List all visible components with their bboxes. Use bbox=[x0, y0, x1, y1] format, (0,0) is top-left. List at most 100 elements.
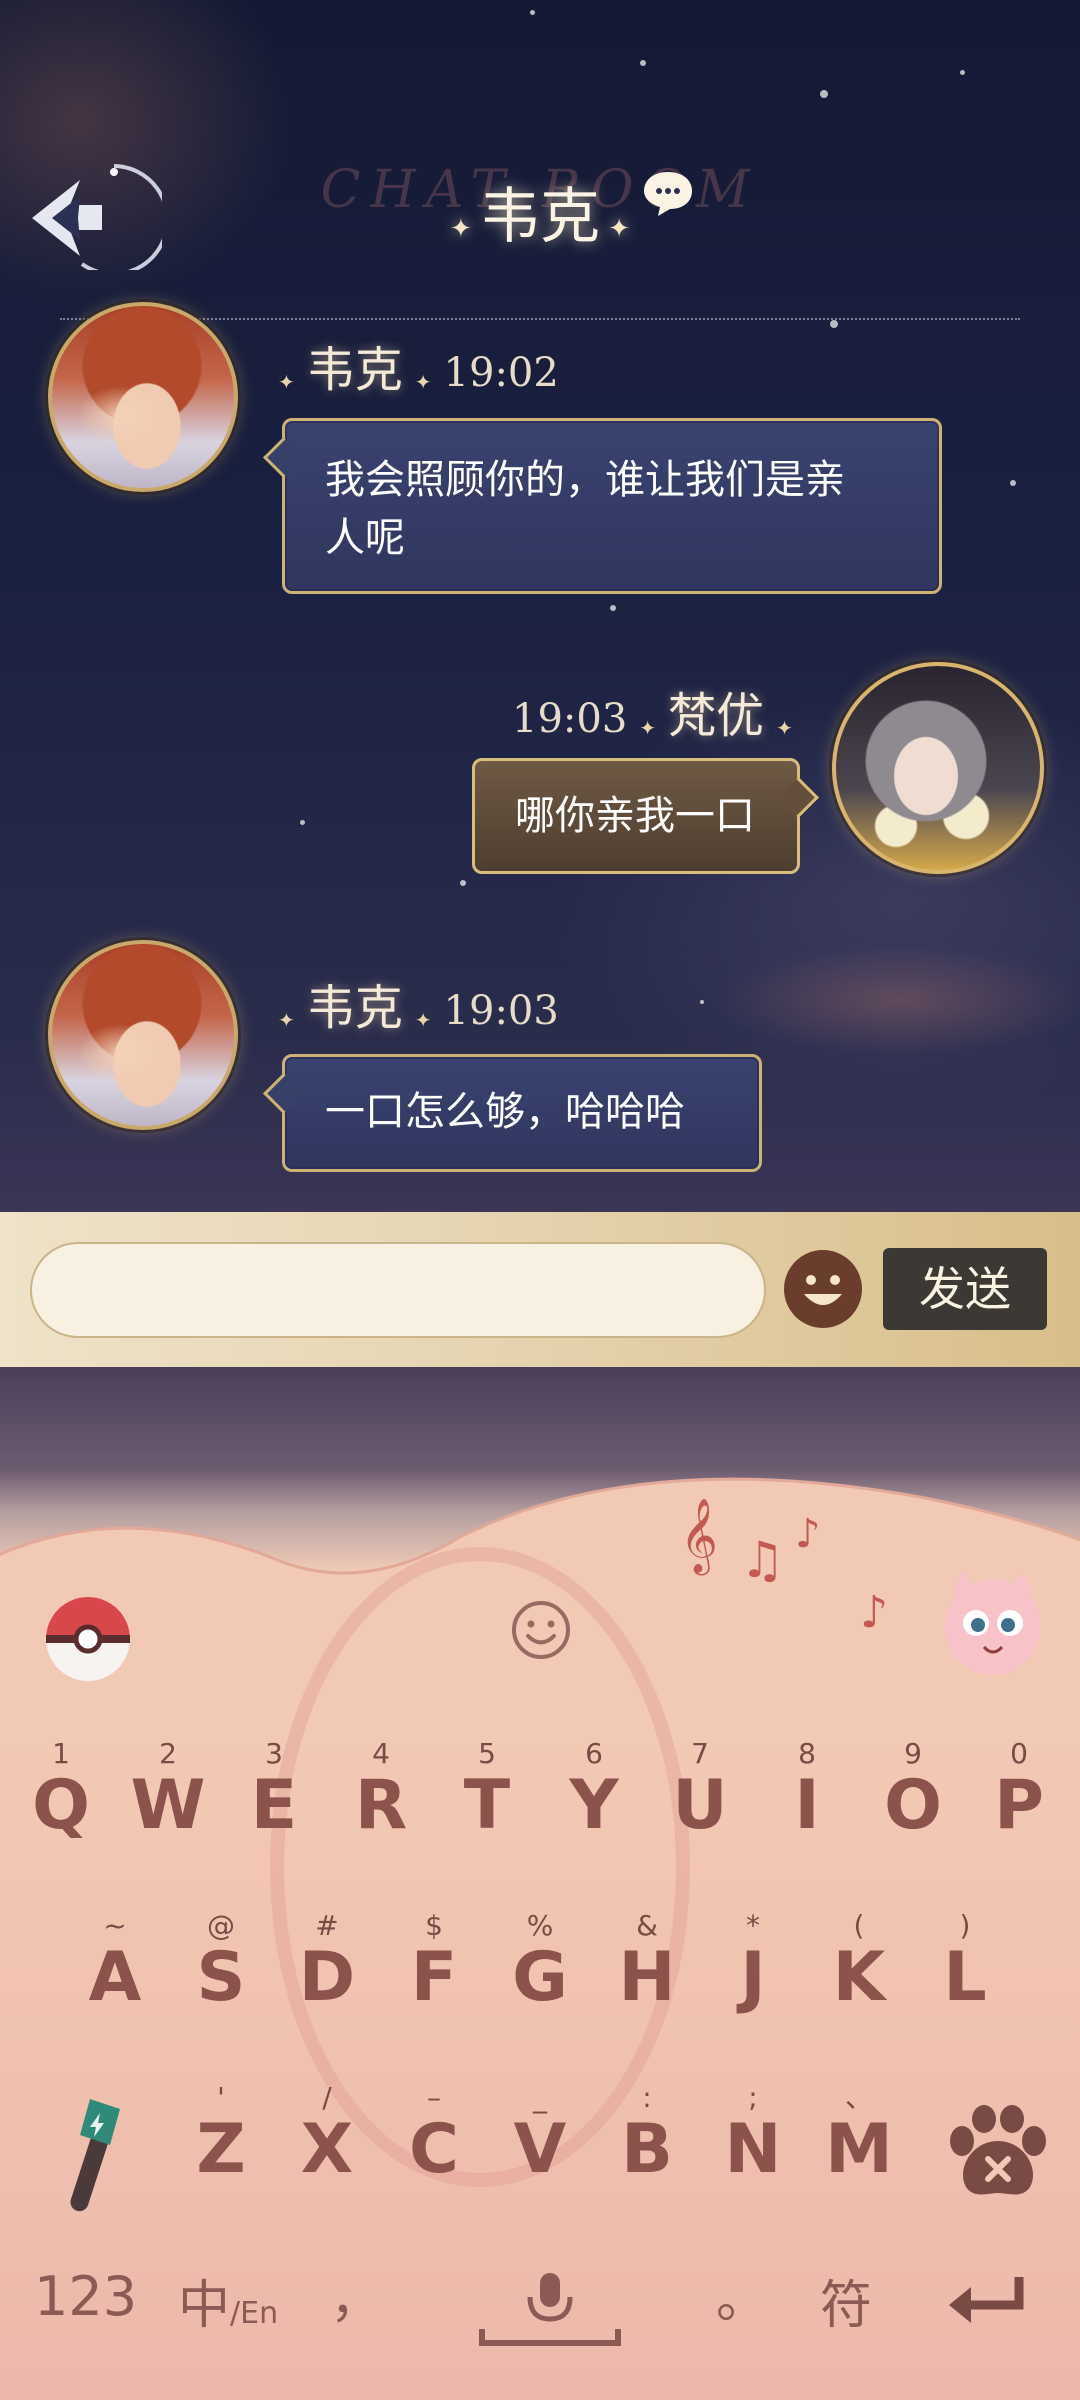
key-label: N bbox=[724, 2110, 782, 2189]
star-decoration bbox=[700, 1000, 704, 1004]
lang-main-label: 中 bbox=[178, 2276, 231, 2336]
diamond-icon: ✦ bbox=[414, 1007, 432, 1032]
paw-delete-icon[interactable] bbox=[942, 2105, 1054, 2201]
diamond-icon: ✦ bbox=[639, 715, 657, 740]
pokeball-icon[interactable] bbox=[44, 1595, 132, 1683]
page-title: ✦ 韦克 ✦ bbox=[0, 168, 1080, 255]
message-bubble[interactable]: 一口怎么够，哈哈哈 bbox=[282, 1054, 762, 1172]
chat-area: CHAT ROOM ✦ 韦克 ✦ ✦ 韦克 ✦ 19:02 我会照顾你的，谁让我们是亲… bbox=[0, 0, 1080, 1212]
message-text: 我会照顾你的，谁让我们是亲 bbox=[325, 457, 845, 503]
key-e[interactable]: 3E bbox=[231, 1737, 317, 1841]
key-label: S bbox=[196, 1938, 246, 2017]
music-notes-icon: 𝄞 ♫ ♪ ♪ bbox=[680, 1499, 888, 1637]
key-label: E bbox=[250, 1766, 298, 1845]
header-divider bbox=[60, 318, 1020, 320]
key-c[interactable]: – C bbox=[391, 2081, 477, 2185]
numbers-key[interactable]: 123 bbox=[34, 2265, 137, 2328]
sender-name: 梵优 bbox=[668, 688, 765, 744]
key-m[interactable]: 、 M bbox=[816, 2081, 902, 2185]
emoji-button[interactable] bbox=[784, 1250, 862, 1328]
key-label: R bbox=[354, 1766, 408, 1845]
diamond-icon: ✦ bbox=[776, 715, 793, 740]
svg-text:♫: ♫ bbox=[740, 1531, 785, 1589]
message-bubble[interactable]: 哪你亲我一口 bbox=[472, 758, 800, 874]
key-u[interactable]: 7U bbox=[657, 1737, 743, 1841]
key-k[interactable]: (K bbox=[816, 1909, 902, 2013]
key-o[interactable]: 9O bbox=[870, 1737, 956, 1841]
key-label: A bbox=[88, 1938, 142, 2017]
keyboard: 𝄞 ♫ ♪ ♪ 1Q 2W 3E 4R 5T 6Y 7U 8I 9O 0P ~ A… bbox=[0, 1367, 1080, 2400]
key-label: F bbox=[410, 1938, 458, 2017]
smiley-icon[interactable] bbox=[510, 1599, 572, 1661]
avatar-wake[interactable] bbox=[48, 302, 238, 492]
key-w[interactable]: 2W bbox=[125, 1737, 211, 1841]
microphone-stick-icon[interactable] bbox=[50, 2097, 130, 2217]
key-label: Y bbox=[569, 1766, 619, 1845]
space-key[interactable] bbox=[470, 2267, 630, 2357]
language-switch-key[interactable]: 中/En bbox=[178, 2263, 278, 2338]
lang-sub-label: /En bbox=[230, 2296, 279, 2331]
message-input[interactable] bbox=[30, 1242, 766, 1338]
key-label: Q bbox=[32, 1766, 90, 1845]
sender-name: 韦克 bbox=[306, 342, 403, 398]
key-label: T bbox=[463, 1766, 511, 1845]
message-text: 哪你亲我一口 bbox=[515, 793, 755, 839]
enter-arrow-icon[interactable] bbox=[945, 2271, 1029, 2327]
key-j[interactable]: * J bbox=[710, 1909, 796, 2013]
key-label: I bbox=[794, 1766, 820, 1845]
key-label: C bbox=[409, 2110, 459, 2189]
key-label: L bbox=[943, 1938, 987, 2017]
key-y[interactable]: 6Y bbox=[551, 1737, 637, 1841]
star-decoration bbox=[640, 60, 646, 66]
chat-bubble-icon bbox=[644, 172, 692, 216]
key-g[interactable]: % G bbox=[497, 1909, 583, 2013]
message-time: 19:03 bbox=[443, 988, 559, 1034]
svg-text:♪: ♪ bbox=[860, 1587, 888, 1637]
key-label: X bbox=[300, 2110, 354, 2189]
key-z[interactable]: ' Z bbox=[178, 2081, 264, 2185]
message-input-bar: 发送 bbox=[0, 1212, 1080, 1367]
send-button[interactable]: 发送 bbox=[883, 1248, 1047, 1330]
key-h[interactable]: & H bbox=[604, 1909, 690, 2013]
message-time: 19:03 bbox=[512, 696, 628, 742]
key-f[interactable]: $ F bbox=[391, 1909, 477, 2013]
key-label: B bbox=[621, 2110, 673, 2189]
star-decoration bbox=[300, 820, 305, 825]
star-decoration bbox=[1010, 480, 1016, 486]
key-p[interactable]: 0P bbox=[976, 1737, 1062, 1841]
message-text: 人呢 bbox=[325, 515, 405, 561]
comma-key[interactable]: ， bbox=[330, 2257, 382, 2332]
key-label: G bbox=[512, 1938, 568, 2017]
star-decoration bbox=[830, 320, 838, 328]
star-decoration bbox=[530, 10, 535, 15]
key-r[interactable]: 4R bbox=[338, 1737, 424, 1841]
star-decoration bbox=[460, 880, 466, 886]
key-label: D bbox=[298, 1938, 356, 2017]
symbols-key[interactable]: 符 bbox=[820, 2263, 872, 2338]
key-q[interactable]: 1Q bbox=[18, 1737, 104, 1841]
key-v[interactable]: _ V bbox=[497, 2081, 583, 2185]
key-s[interactable]: @ S bbox=[178, 1909, 264, 2013]
page-title-text: 韦克 bbox=[480, 182, 600, 252]
star-decoration bbox=[610, 605, 616, 611]
avatar-fanyou[interactable] bbox=[832, 662, 1044, 874]
key-i[interactable]: 8I bbox=[764, 1737, 850, 1841]
key-a[interactable]: ~ A bbox=[72, 1909, 158, 2013]
key-n[interactable]: ; N bbox=[710, 2081, 796, 2185]
key-l[interactable]: ) L bbox=[922, 1909, 1008, 2013]
key-label: W bbox=[130, 1766, 206, 1845]
star-decoration bbox=[820, 90, 828, 98]
sender-name: 韦克 bbox=[306, 980, 403, 1036]
diamond-icon: ✦ bbox=[414, 369, 432, 394]
avatar-wake[interactable] bbox=[48, 940, 238, 1130]
key-label: U bbox=[672, 1766, 728, 1845]
message-bubble[interactable]: 我会照顾你的，谁让我们是亲 人呢 bbox=[282, 418, 942, 594]
period-key[interactable]: 。 bbox=[716, 2257, 768, 2332]
key-label: K bbox=[832, 1938, 886, 2017]
key-x[interactable]: / X bbox=[284, 2081, 370, 2185]
key-t[interactable]: 5T bbox=[444, 1737, 530, 1841]
key-b[interactable]: :B bbox=[604, 2081, 690, 2185]
key-d[interactable]: # D bbox=[284, 1909, 370, 2013]
key-label: H bbox=[618, 1938, 676, 2017]
message-header: ✦ 韦克 ✦ 19:02 bbox=[266, 330, 559, 400]
